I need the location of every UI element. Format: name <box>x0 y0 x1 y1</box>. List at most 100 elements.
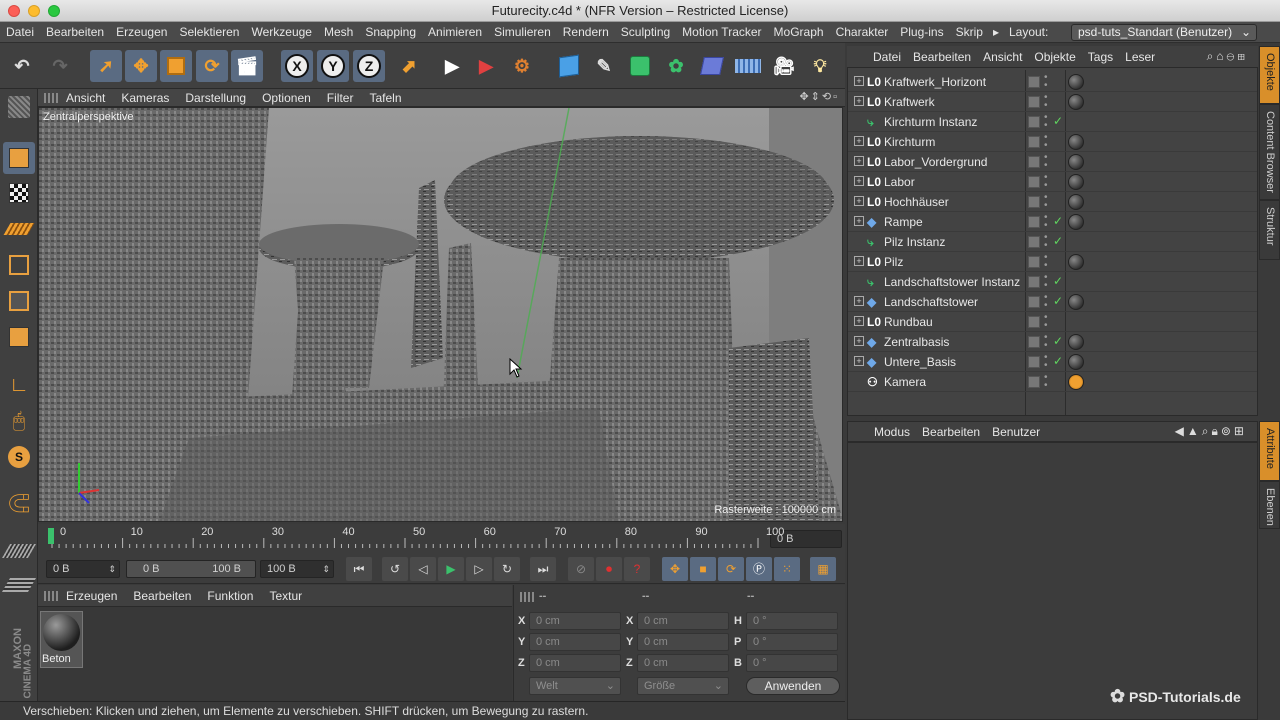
light-button[interactable]: 💡︎ <box>804 50 836 82</box>
last-tool-button[interactable]: 🎬︎ <box>231 50 263 82</box>
menu-selektieren[interactable]: Selektieren <box>173 25 245 39</box>
visibility-dots-icon[interactable]: • • <box>1044 73 1048 91</box>
layer-color-swatch[interactable] <box>1028 316 1040 328</box>
object-row[interactable]: +⤷Pilz Instanz• •✓ <box>848 232 1257 252</box>
x-axis-lock-button[interactable]: X <box>281 50 313 82</box>
layer-color-swatch[interactable] <box>1028 256 1040 268</box>
object-row[interactable]: + ◆ Landschaftstower • • ✓ <box>848 292 1257 312</box>
layer-color-swatch[interactable] <box>1028 76 1040 88</box>
enabled-check-icon[interactable]: ✓ <box>1053 214 1063 228</box>
material-tag-icon[interactable] <box>1068 134 1084 150</box>
tweak-mode-button[interactable]: 🖱︎ <box>3 405 35 437</box>
menu-skript[interactable]: Skrip <box>950 25 989 39</box>
tab-attribute[interactable]: Attribute <box>1259 421 1280 481</box>
camera-button[interactable]: 🎥︎ <box>768 50 800 82</box>
coord-rot-b-field[interactable]: 0 ° <box>746 654 838 672</box>
menu-simulieren[interactable]: Simulieren <box>488 25 557 39</box>
visibility-dots-icon[interactable]: • • <box>1044 293 1048 311</box>
expand-icon[interactable]: + <box>854 356 864 366</box>
render-settings-button[interactable]: ⚙ <box>506 50 538 82</box>
object-row[interactable]: +⚇Kamera• • <box>848 372 1257 392</box>
spline-button[interactable]: ✎ <box>588 50 620 82</box>
apply-button[interactable]: Anwenden <box>746 677 840 695</box>
end-frame-field[interactable]: 100 B ⇕ <box>260 560 334 578</box>
material-menu-funktion[interactable]: Funktion <box>199 589 261 603</box>
enabled-check-icon[interactable]: ✓ <box>1053 294 1063 308</box>
menu-mesh[interactable]: Mesh <box>318 25 359 39</box>
coord-size-z-field[interactable]: 0 cm <box>637 654 729 672</box>
enabled-check-icon[interactable]: ✓ <box>1053 114 1063 128</box>
expand-icon[interactable]: + <box>854 136 864 146</box>
enabled-check-icon[interactable]: ✓ <box>1053 234 1063 248</box>
objmenu-tool-icons[interactable]: ⌕⌂⊖⊞ <box>1201 49 1254 64</box>
material-swatch-beton[interactable]: Beton <box>40 611 83 668</box>
render-view-button[interactable]: ▶ <box>436 50 468 82</box>
objmenu-objekte[interactable]: Objekte <box>1028 50 1081 64</box>
protection-tag-icon[interactable] <box>1068 374 1084 390</box>
render-picture-viewer-button[interactable]: ▶ <box>470 50 502 82</box>
redo-button[interactable]: ↷ <box>44 50 76 82</box>
material-tag-icon[interactable] <box>1068 254 1084 270</box>
layer-color-swatch[interactable] <box>1028 336 1040 348</box>
menu-motion-tracker[interactable]: Motion Tracker <box>676 25 767 39</box>
timeline-window-button[interactable]: ▦ <box>810 557 836 581</box>
object-row[interactable]: +⤷Landschaftstower Instanz• •✓ <box>848 272 1257 292</box>
object-row[interactable]: + L0 Hochhäuser • • <box>848 192 1257 212</box>
object-row[interactable]: + ◆ Untere_Basis • • ✓ <box>848 352 1257 372</box>
snapping-button[interactable]: S <box>3 441 35 473</box>
visibility-dots-icon[interactable]: • • <box>1044 173 1048 191</box>
enabled-check-icon[interactable]: ✓ <box>1053 274 1063 288</box>
coord-size-select[interactable]: Größe ⌄ <box>637 677 729 695</box>
locked-workplane-button[interactable] <box>1 569 37 601</box>
material-tag-icon[interactable] <box>1068 94 1084 110</box>
workplane-grid-button[interactable] <box>1 535 37 567</box>
object-row[interactable]: + L0 Kraftwerk_Horizont • • <box>848 72 1257 92</box>
tab-content-browser[interactable]: Content Browser <box>1259 104 1280 200</box>
key-scale-button[interactable]: ■ <box>690 557 716 581</box>
layout-select[interactable]: psd-tuts_Standart (Benutzer) ⌄ <box>1071 24 1257 41</box>
y-axis-lock-button[interactable]: Y <box>317 50 349 82</box>
tab-struktur[interactable]: Struktur <box>1259 200 1280 260</box>
next-frame-button[interactable]: ▷ <box>466 557 492 581</box>
deformer-button[interactable] <box>696 50 728 82</box>
expand-icon[interactable]: + <box>854 296 864 306</box>
visibility-dots-icon[interactable]: • • <box>1044 113 1048 131</box>
menu-rendern[interactable]: Rendern <box>557 25 615 39</box>
material-tag-icon[interactable] <box>1068 194 1084 210</box>
axis-mode-button[interactable]: ∟ <box>3 369 35 401</box>
menu-overflow-arrow[interactable]: ▸ <box>989 25 1003 39</box>
points-mode-button[interactable] <box>3 249 35 281</box>
material-tag-icon[interactable] <box>1068 354 1084 370</box>
coordinate-system-button[interactable]: ⬈ <box>393 50 425 82</box>
menu-animieren[interactable]: Animieren <box>422 25 488 39</box>
workplane-mode-button[interactable] <box>3 213 35 245</box>
objmenu-ansicht[interactable]: Ansicht <box>977 50 1028 64</box>
key-position-button[interactable]: ✥ <box>662 557 688 581</box>
goto-start-button[interactable]: ⏮ <box>346 557 372 581</box>
layer-color-swatch[interactable] <box>1028 156 1040 168</box>
layer-color-swatch[interactable] <box>1028 96 1040 108</box>
coord-rot-p-field[interactable]: 0 ° <box>746 633 838 651</box>
viewport-menu-filter[interactable]: Filter <box>319 91 362 105</box>
menu-mograph[interactable]: MoGraph <box>768 25 830 39</box>
polygons-mode-button[interactable] <box>3 321 35 353</box>
viewport-menu-darstellung[interactable]: Darstellung <box>177 91 254 105</box>
keyframe-selection-button[interactable]: ? <box>624 557 650 581</box>
menu-werkzeuge[interactable]: Werkzeuge <box>245 25 317 39</box>
visibility-dots-icon[interactable]: • • <box>1044 153 1048 171</box>
timeline-ruler[interactable]: 0 B 0 10 20 30 40 50 60 70 80 90 100 <box>38 524 845 554</box>
expand-icon[interactable]: + <box>854 96 864 106</box>
visibility-dots-icon[interactable]: • • <box>1044 273 1048 291</box>
expand-icon[interactable]: + <box>854 196 864 206</box>
coord-pos-x-field[interactable]: 0 cm <box>529 612 621 630</box>
material-tag-icon[interactable] <box>1068 154 1084 170</box>
texture-mode-button[interactable] <box>3 177 35 209</box>
model-mode-button[interactable] <box>3 142 35 174</box>
coord-rot-h-field[interactable]: 0 ° <box>746 612 838 630</box>
layer-color-swatch[interactable] <box>1028 176 1040 188</box>
viewport-menu-kameras[interactable]: Kameras <box>113 91 177 105</box>
visibility-dots-icon[interactable]: • • <box>1044 233 1048 251</box>
goto-end-button[interactable]: ⏭ <box>530 557 556 581</box>
viewport-menu-ansicht[interactable]: Ansicht <box>58 91 113 105</box>
preview-range-slider[interactable]: 0 B 100 B <box>126 560 256 578</box>
